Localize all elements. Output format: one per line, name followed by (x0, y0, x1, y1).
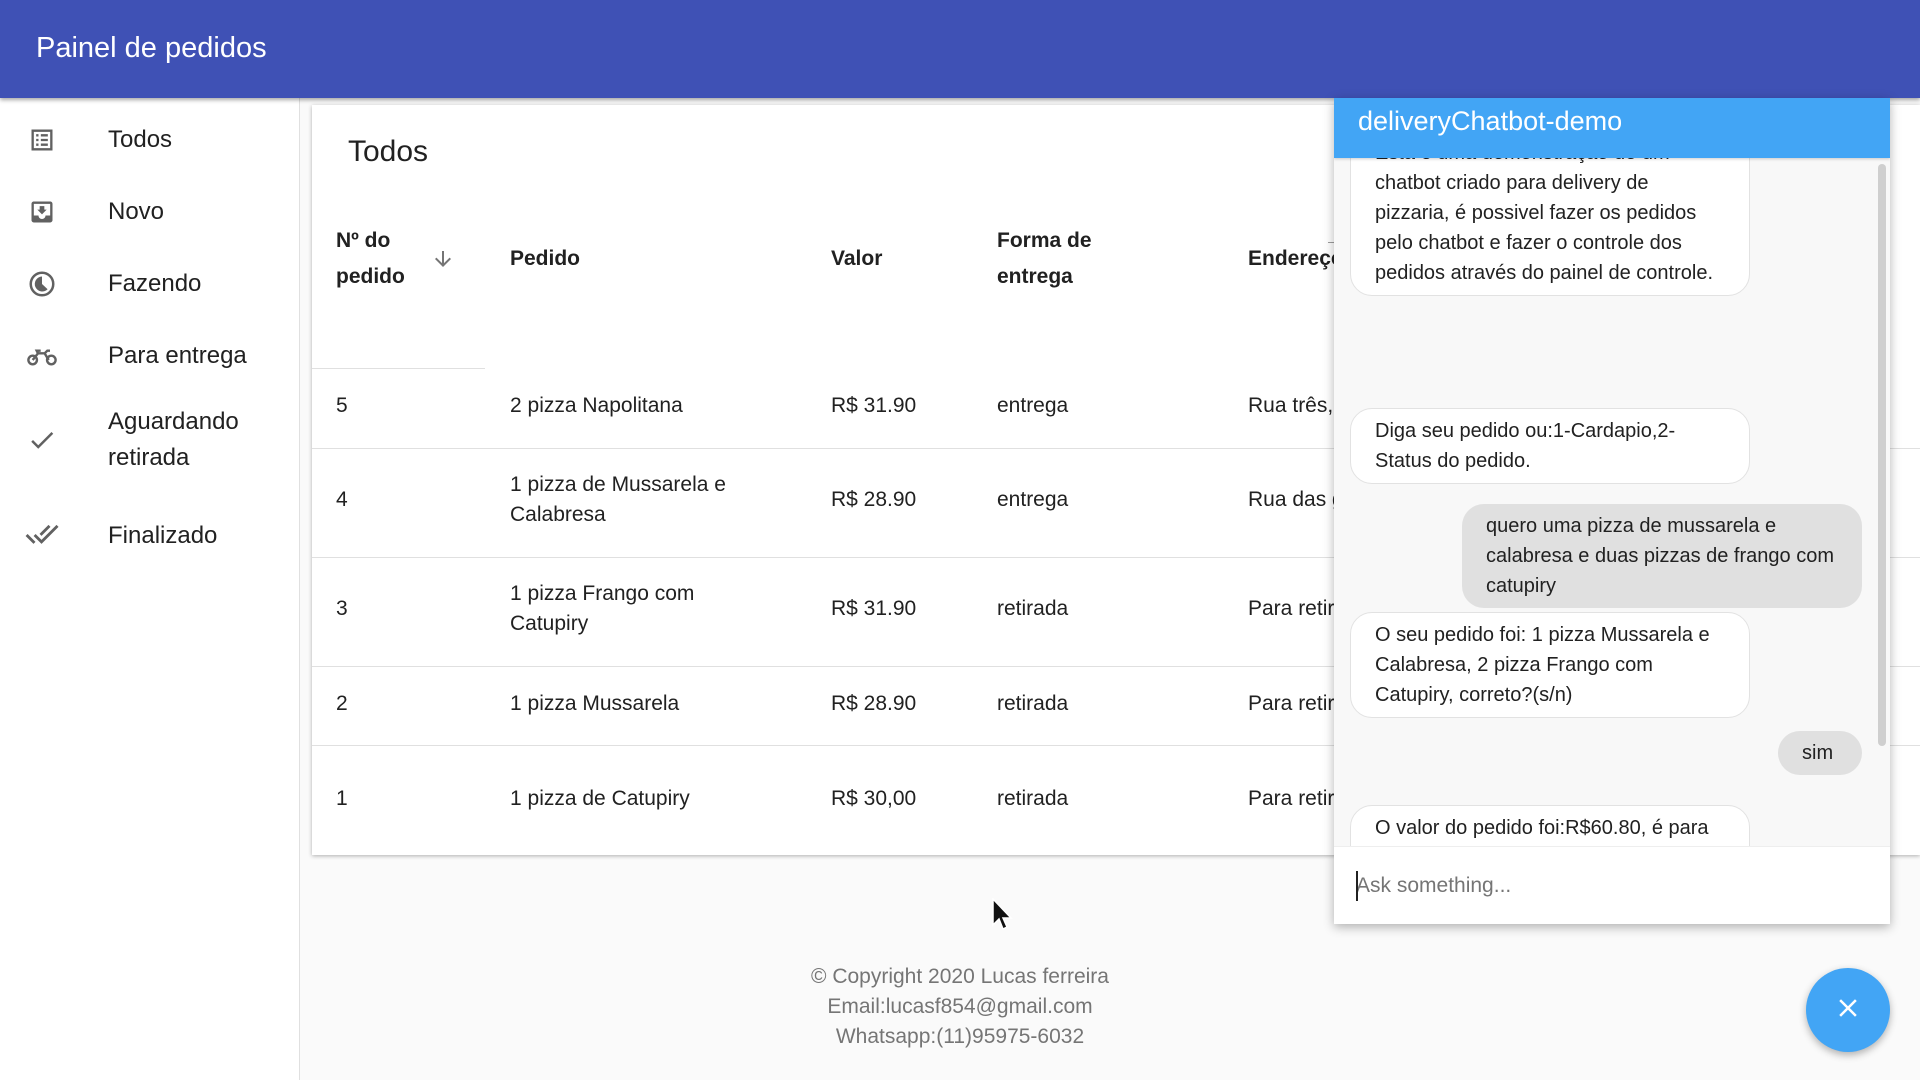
sidebar-item-label: Todos (108, 126, 173, 153)
check-icon (24, 422, 60, 458)
sidebar-item-label: Fazendo (108, 270, 202, 297)
chat-header: deliveryChatbot-demo (1334, 98, 1890, 158)
sidebar-item-todos[interactable]: Todos (0, 98, 299, 170)
sidebar-item-para-entrega[interactable]: Para entrega (0, 314, 299, 386)
sidebar-item-label: Aguardando retirada (108, 408, 239, 471)
sidebar-item-label: Novo (108, 198, 165, 225)
cell-endereco: Rua das g (1248, 488, 1344, 511)
sidebar-item-label: Para entrega (108, 342, 247, 369)
text-caret (1356, 871, 1358, 901)
cell-numero: 5 (336, 394, 348, 417)
cell-endereco: Para retir (1248, 692, 1335, 715)
sidebar-item-label: Finalizado (108, 522, 218, 549)
footer-copyright: © Copyright 2020 Lucas ferreira (811, 965, 1109, 988)
cell-valor: R$ 31.90 (831, 394, 917, 417)
cell-forma: retirada (997, 692, 1069, 715)
footer: © Copyright 2020 Lucas ferreira Email:lu… (700, 962, 1220, 1052)
chat-input-area (1334, 846, 1890, 924)
cell-numero: 2 (336, 692, 348, 715)
cell-endereco: Rua três, (1248, 394, 1334, 417)
cell-numero: 1 (336, 787, 348, 810)
chat-title: deliveryChatbot-demo (1358, 106, 1623, 136)
footer-email: Email:lucasf854@gmail.com (827, 995, 1093, 1018)
footer-whatsapp: Whatsapp:(11)95975-6032 (835, 1025, 1085, 1048)
sort-arrow-down-icon[interactable] (431, 247, 455, 276)
cell-forma: retirada (997, 787, 1069, 810)
cell-valor: R$ 30,00 (831, 787, 917, 810)
list-icon (24, 122, 60, 158)
user-message: quero uma pizza de mussarela e calabresa… (1462, 504, 1862, 608)
header-endereco[interactable]: Endereço (1248, 241, 1344, 277)
cell-forma: retirada (997, 597, 1069, 620)
chat-messages[interactable]: Esta é uma demonstração de um chatbot cr… (1334, 158, 1890, 846)
cell-endereco: Para retir (1248, 597, 1335, 620)
sidebar-item-novo[interactable]: Novo (0, 170, 299, 242)
timelapse-icon (24, 266, 60, 302)
sidebar-item-aguardando-retirada[interactable]: Aguardando retirada (0, 386, 299, 494)
cell-endereco: Para retir (1248, 787, 1335, 810)
sidebar: Todos Novo Fazendo Para entrega Aguardan… (0, 98, 300, 1080)
chatbot-window: deliveryChatbot-demo Esta é uma demonstr… (1334, 98, 1890, 924)
bot-message: Diga seu pedido ou:1-Cardapio,2-Status d… (1350, 408, 1750, 484)
close-chat-button[interactable] (1806, 968, 1890, 1052)
sidebar-item-fazendo[interactable]: Fazendo (0, 242, 299, 314)
cell-valor: R$ 28.90 (831, 692, 917, 715)
header-divider (312, 368, 485, 369)
cell-numero: 3 (336, 597, 348, 620)
cell-forma: entrega (997, 394, 1069, 417)
header-pedido[interactable]: Pedido (510, 241, 580, 277)
mouse-cursor-icon (992, 897, 1014, 937)
motorcycle-icon (24, 338, 60, 374)
header-valor[interactable]: Valor (831, 241, 882, 277)
table-title: Todos (348, 135, 429, 168)
app-title: Painel de pedidos (36, 32, 267, 64)
header-numero[interactable]: Nº do pedido (336, 223, 426, 295)
bot-message: O valor do pedido foi:R$60.80, é para en… (1350, 805, 1750, 846)
cell-numero: 4 (336, 488, 348, 511)
done-all-icon (24, 516, 60, 552)
cell-valor: R$ 28.90 (831, 488, 917, 511)
sidebar-item-finalizado[interactable]: Finalizado (0, 494, 299, 566)
cell-valor: R$ 31.90 (831, 597, 917, 620)
inbox-download-icon (24, 194, 60, 230)
close-icon (1833, 993, 1863, 1028)
cell-pedido: 2 pizza Napolitana (510, 394, 683, 417)
cell-pedido: 1 pizza Mussarela (510, 692, 680, 715)
cell-pedido: 1 pizza de Mussarela e Calabresa (510, 473, 726, 526)
bot-message: Esta é uma demonstração de um chatbot cr… (1350, 158, 1750, 296)
cell-pedido: 1 pizza de Catupiry (510, 787, 690, 810)
cell-pedido: 1 pizza Frango com Catupiry (510, 582, 695, 635)
user-message: sim (1778, 731, 1862, 775)
chat-input[interactable] (1356, 869, 1856, 903)
app-bar: Painel de pedidos (0, 0, 1920, 98)
header-forma-entrega[interactable]: Forma de entrega (997, 223, 1117, 295)
bot-message: O seu pedido foi: 1 pizza Mussarela e Ca… (1350, 612, 1750, 718)
cell-forma: entrega (997, 488, 1069, 511)
chat-scrollbar[interactable] (1878, 164, 1886, 746)
